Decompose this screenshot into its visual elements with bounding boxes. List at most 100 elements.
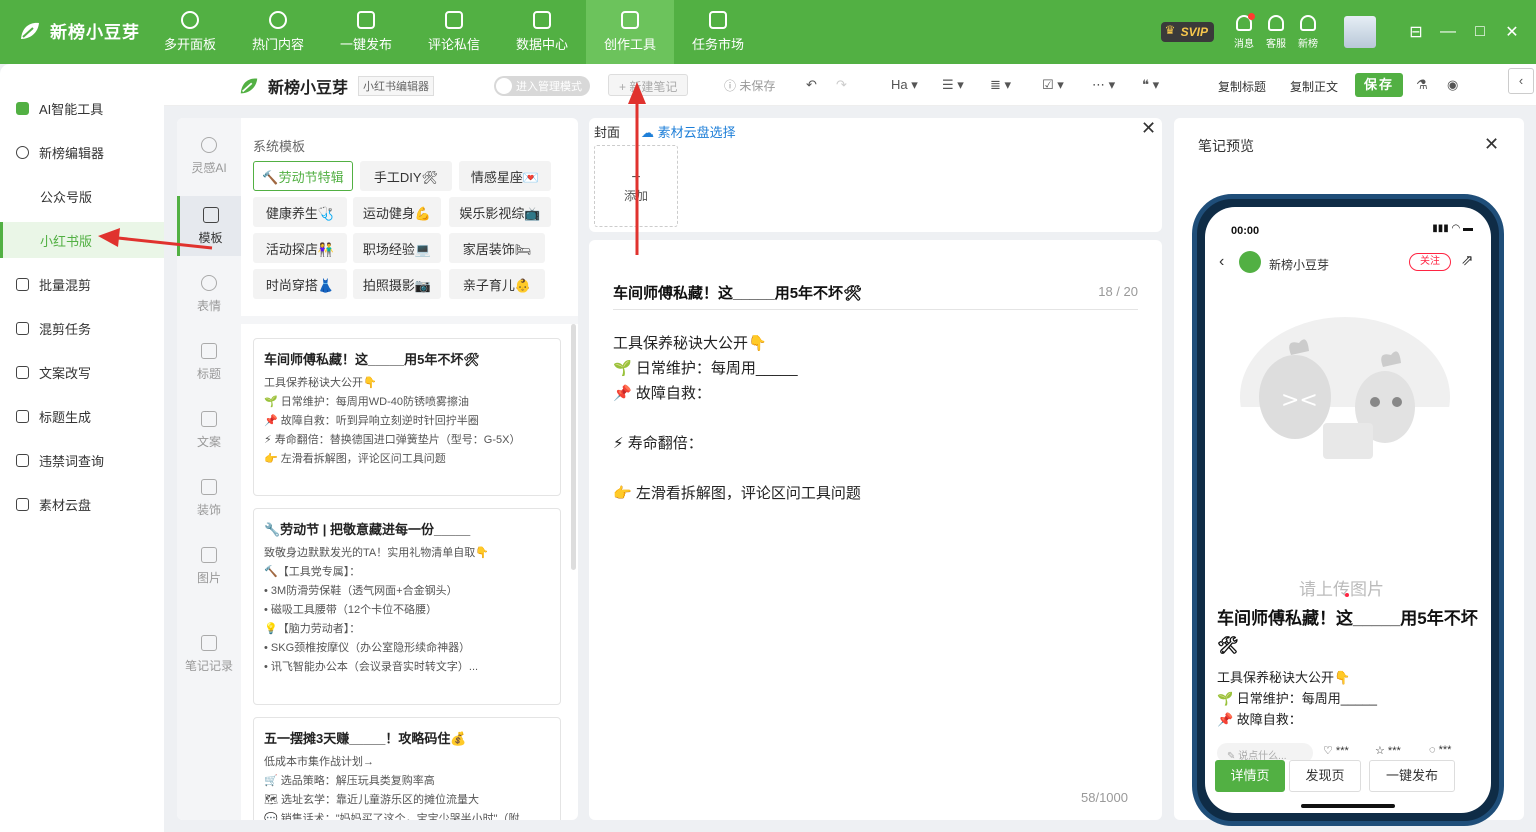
chip-emotion[interactable]: 情感星座💌: [459, 161, 551, 191]
nav-data-center[interactable]: 数据中心: [498, 0, 586, 64]
nav-comments[interactable]: 评论私信: [410, 0, 498, 64]
like-stat[interactable]: ♡ ***: [1323, 744, 1349, 757]
tab-discover[interactable]: 发现页: [1289, 760, 1361, 792]
maximize-icon[interactable]: □: [1464, 23, 1496, 41]
home-indicator: [1301, 804, 1395, 808]
messages-button[interactable]: 消息: [1228, 12, 1260, 50]
tab-one-click-publish[interactable]: 一键发布: [1369, 760, 1455, 792]
app-brand-name: 新榜小豆芽: [50, 23, 140, 42]
collapse-button[interactable]: ‹: [1508, 68, 1534, 94]
share-icon[interactable]: ⇗: [1461, 251, 1474, 269]
sidebar-item-xiaohongshu[interactable]: 小红书版: [0, 222, 164, 258]
cloud-link-label: 素材云盘选择: [657, 125, 736, 140]
card-line: 🗺 选址玄学：靠近儿童游乐区的摊位流量大: [264, 794, 480, 806]
bulb-icon: [201, 136, 217, 153]
body-line[interactable]: 👉 左滑看拆解图，评论区问工具问题: [613, 482, 861, 503]
undo-icon[interactable]: ↶: [806, 77, 817, 93]
sidebar-item-title-gen[interactable]: 标题生成: [0, 398, 164, 434]
ai-icon: [16, 101, 29, 115]
add-label: 添加: [623, 188, 648, 203]
sidebar-item-cut-task[interactable]: 混剪任务: [0, 310, 164, 346]
pin-icon[interactable]: ⊟: [1400, 22, 1432, 42]
sidebar-item-rewrite[interactable]: 文案改写: [0, 354, 164, 390]
quote-icon[interactable]: ❝ ▾: [1142, 77, 1159, 93]
rail-item-notes[interactable]: 笔记记录: [177, 624, 241, 684]
close-icon[interactable]: ✕: [1484, 134, 1499, 155]
body-line[interactable]: 工具保养秘诀大公开👇: [613, 332, 767, 353]
nav-publish[interactable]: 一键发布: [322, 0, 410, 64]
sidebar-item-wechat[interactable]: 公众号版: [0, 178, 164, 214]
sidebar-item-cloud[interactable]: 素材云盘: [0, 486, 164, 522]
template-card[interactable]: 五一摆摊3天赚_____！攻略码住💰 低成本市集作战计划→ 🛒 选品策略：解压玩…: [253, 717, 561, 820]
comment-stat[interactable]: ◌ ***: [1429, 744, 1451, 756]
copy-title-button[interactable]: 复制标题: [1218, 78, 1266, 95]
sidebar-item-editor[interactable]: 新榜编辑器: [0, 134, 164, 170]
close-icon[interactable]: ✕: [1141, 118, 1156, 139]
divider-icon[interactable]: ⋯ ▾: [1092, 77, 1115, 93]
chip-diy[interactable]: 手工DIY🛠: [360, 161, 452, 191]
follow-button[interactable]: 关注: [1409, 253, 1451, 271]
rail-item-heading[interactable]: 标题: [177, 332, 241, 392]
svip-badge[interactable]: SVIP: [1160, 22, 1214, 42]
rail-item-decoration[interactable]: 装饰: [177, 468, 241, 528]
top-right-tools: SVIP 消息 客服 新榜 ⊟ — □ ✕: [1160, 0, 1536, 64]
star-count: ***: [1387, 745, 1401, 757]
title-input[interactable]: 车间师傅私藏！这_____用5年不坏🛠 18 / 20: [613, 282, 1138, 310]
eye-icon[interactable]: ◉: [1447, 77, 1458, 93]
add-cover-button[interactable]: + 添加: [594, 145, 678, 227]
heading-dropdown[interactable]: Ha ▾: [891, 77, 918, 93]
image-placeholder[interactable]: >< 请上传图片: [1205, 287, 1491, 599]
redo-icon[interactable]: ↷: [836, 77, 847, 93]
copy-body-button[interactable]: 复制正文: [1290, 78, 1338, 95]
rail-item-inspiration[interactable]: 灵感AI: [177, 126, 241, 186]
editor-type-tag: 小红书编辑器: [358, 76, 435, 96]
nav-hot-content[interactable]: 热门内容: [234, 0, 322, 64]
avatar[interactable]: [1344, 16, 1376, 48]
sidebar-item-forbidden[interactable]: 违禁词查询: [0, 442, 164, 478]
nav-creation-tools[interactable]: 创作工具: [586, 0, 674, 64]
new-note-button[interactable]: + 新建笔记: [608, 74, 689, 96]
close-icon[interactable]: ✕: [1496, 22, 1528, 42]
body-line[interactable]: 🌱 日常维护：每周用_____: [613, 357, 798, 378]
checkbox-icon[interactable]: ☑ ▾: [1042, 77, 1064, 93]
save-button[interactable]: 保存: [1355, 73, 1403, 97]
nav-multi-panel[interactable]: 多开面板: [146, 0, 234, 64]
chip-fitness[interactable]: 运动健身💪: [353, 197, 441, 227]
rail-item-template[interactable]: 模板: [177, 196, 241, 256]
nav-task-market[interactable]: 任务市场: [674, 0, 762, 64]
chip-health[interactable]: 健康养生🩺: [253, 197, 347, 227]
bullet-list-icon[interactable]: ≣ ▾: [990, 77, 1011, 93]
sidebar-item-batch-cut[interactable]: 批量混剪: [0, 266, 164, 302]
template-card[interactable]: 车间师傅私藏！这_____用5年不坏🛠 工具保养秘诀大公开👇 🌱 日常维护：每周…: [253, 338, 561, 496]
scrollbar[interactable]: [571, 324, 576, 570]
rail-item-image[interactable]: 图片: [177, 536, 241, 596]
chip-photo[interactable]: 拍照摄影📷: [353, 269, 441, 299]
manage-mode-toggle[interactable]: 进入管理模式: [494, 76, 590, 96]
chip-labor-day[interactable]: 🔨劳动节特辑: [253, 161, 353, 191]
template-card[interactable]: 🔧劳动节 | 把敬意藏进每一份_____ 致敬身边默默发光的TA！实用礼物清单自…: [253, 508, 561, 705]
ordered-list-icon[interactable]: ☰ ▾: [942, 77, 964, 93]
chip-parenting[interactable]: 亲子育儿👶: [449, 269, 545, 299]
chip-store[interactable]: 活动探店👫: [253, 233, 347, 263]
tab-detail[interactable]: 详情页: [1215, 760, 1285, 792]
sidebar-item-ai-tools[interactable]: AI智能工具: [0, 90, 164, 126]
minimize-icon[interactable]: —: [1432, 23, 1464, 41]
cloud-select-link[interactable]: ☁ 素材云盘选择: [641, 122, 736, 141]
rank-button[interactable]: 新榜: [1292, 14, 1324, 50]
rail-item-emoji[interactable]: 表情: [177, 264, 241, 324]
chip-career[interactable]: 职场经验💻: [353, 233, 441, 263]
card-line: • 讯飞智能办公本（会议录音实时转文字）...: [264, 661, 479, 673]
back-icon[interactable]: ‹: [1219, 253, 1224, 271]
chip-entertainment[interactable]: 娱乐影视综📺: [449, 197, 551, 227]
chip-fashion[interactable]: 时尚穿搭👗: [253, 269, 347, 299]
body-line[interactable]: 📌 故障自救：: [613, 382, 711, 403]
chip-home[interactable]: 家居装饰🛏: [449, 233, 545, 263]
emoji-icon: [201, 274, 217, 291]
flask-icon[interactable]: ⚗: [1416, 77, 1428, 93]
body-line[interactable]: ⚡ 寿命翻倍：: [613, 432, 703, 453]
support-button[interactable]: 客服: [1260, 14, 1292, 50]
star-stat[interactable]: ☆ ***: [1375, 744, 1401, 757]
editor-brand: 新榜小豆芽 小红书编辑器: [236, 74, 435, 98]
rail-item-copy[interactable]: 文案: [177, 400, 241, 460]
toggle-knob: [496, 78, 512, 94]
